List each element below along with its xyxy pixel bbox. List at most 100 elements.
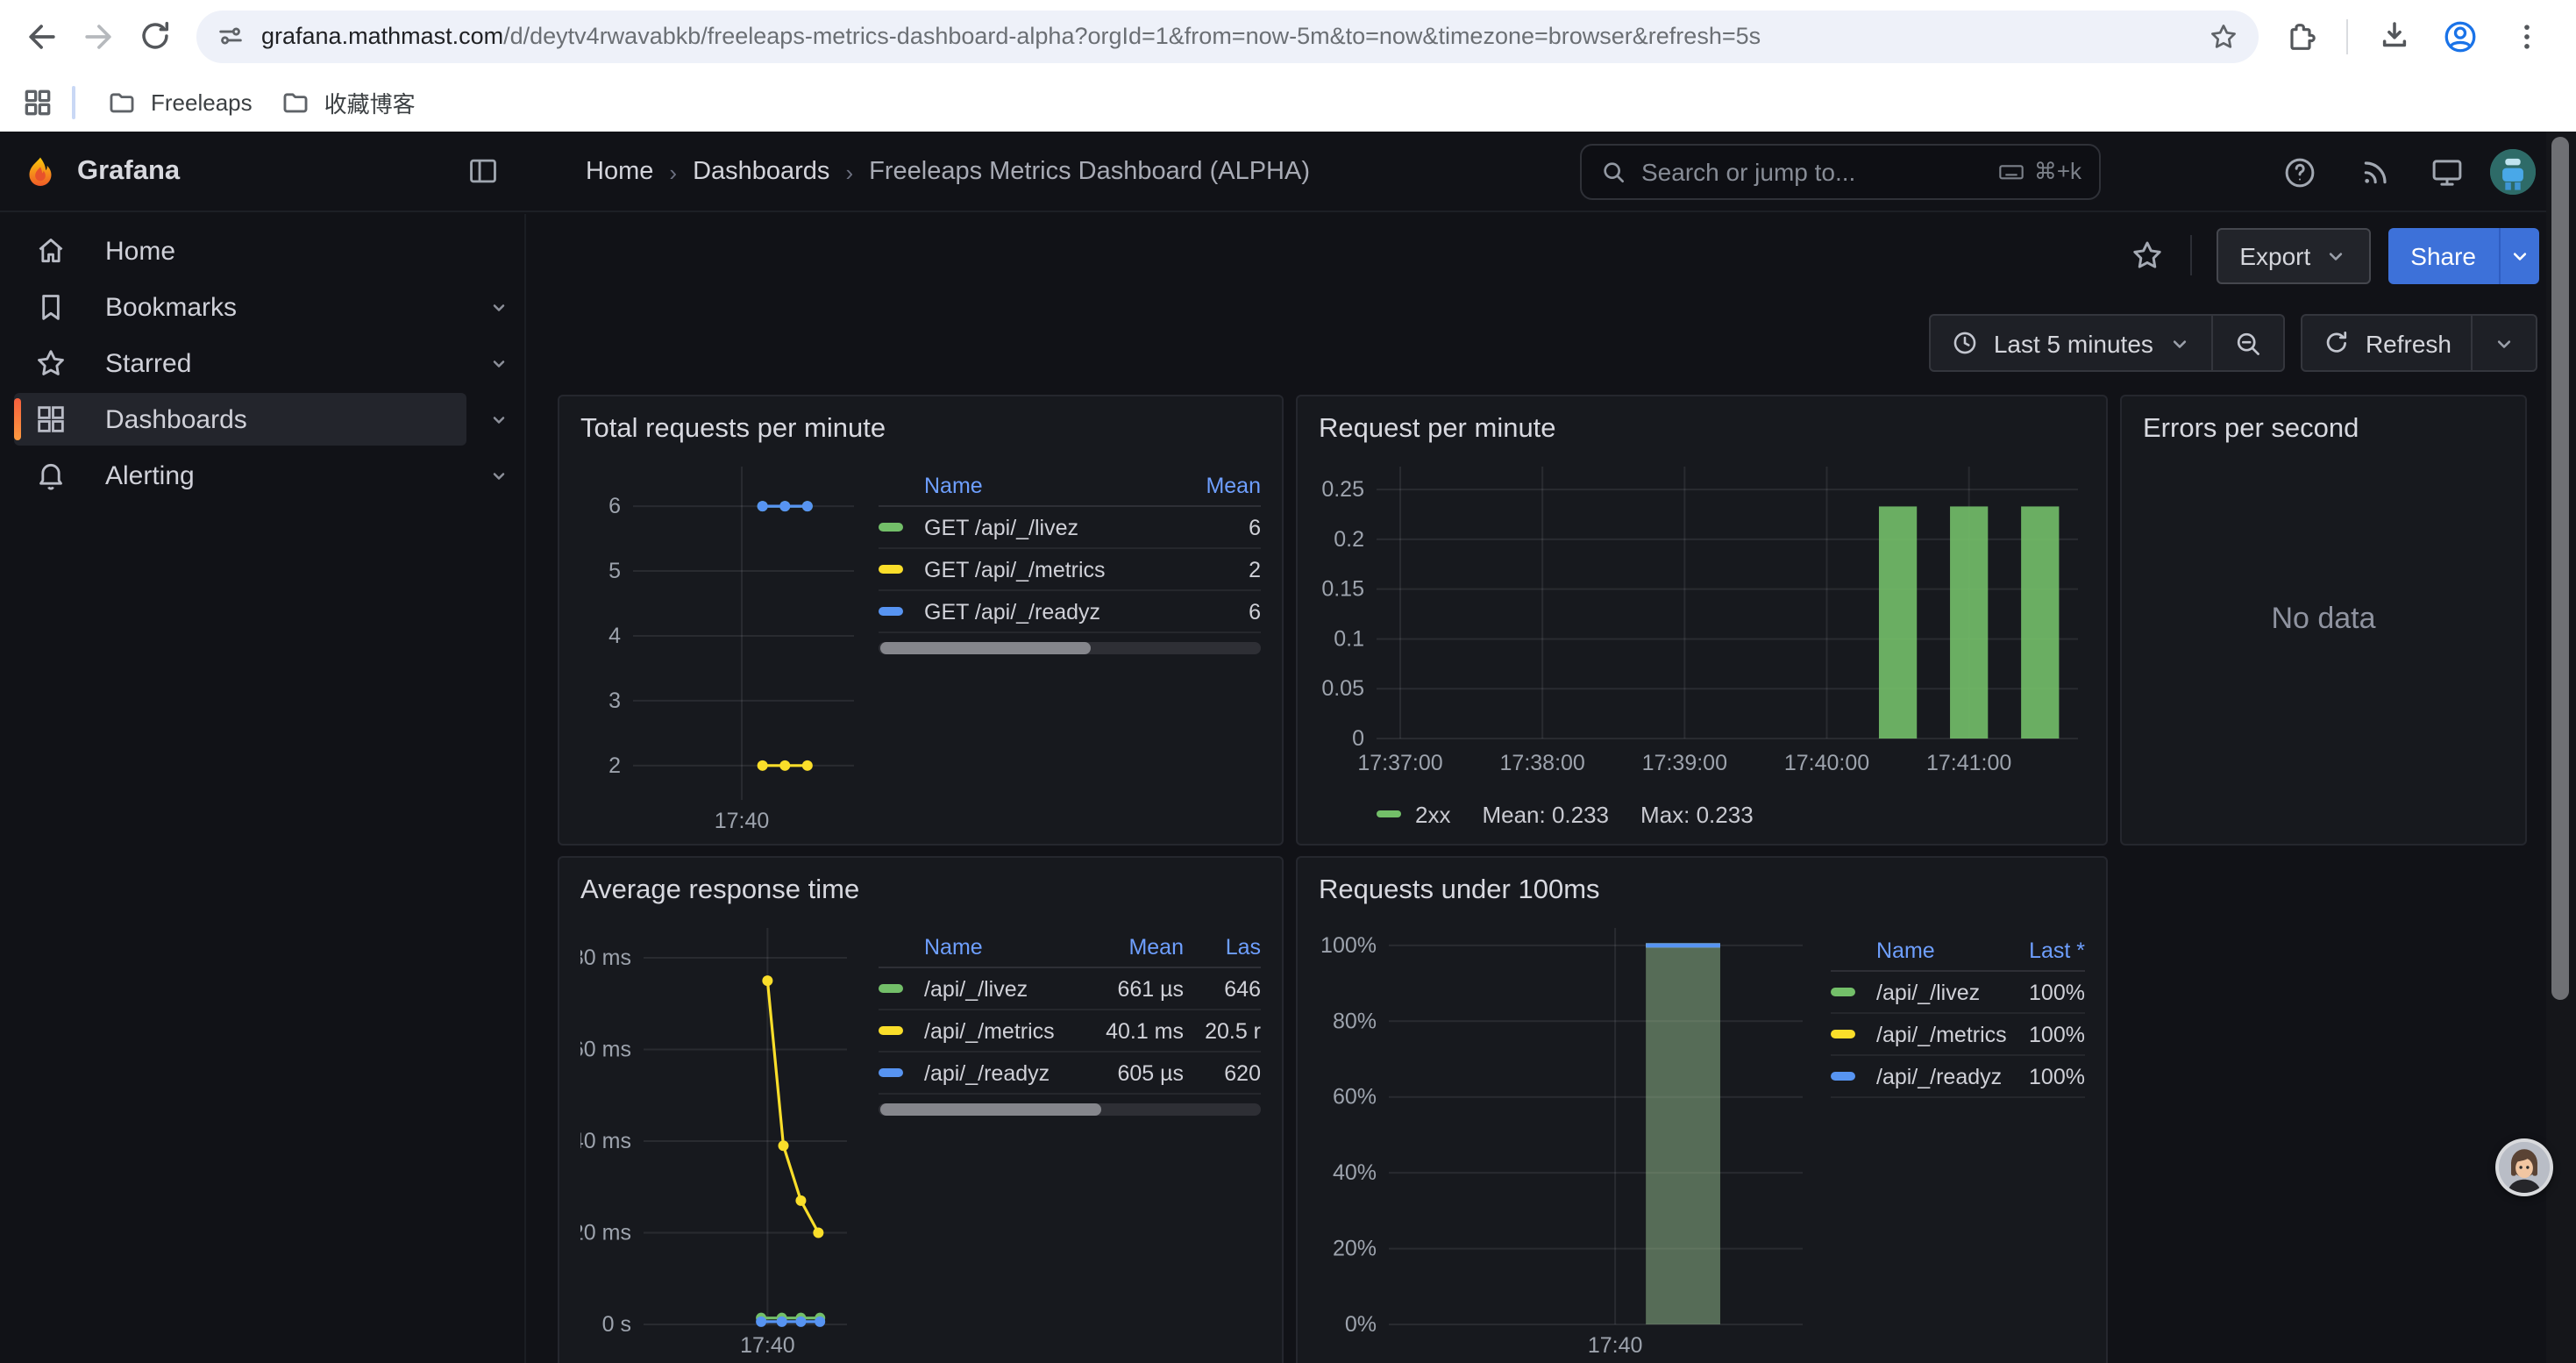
average-response-time-chart[interactable]: 80 ms60 ms40 ms20 ms0 s17:40: [580, 914, 865, 1363]
legend-table: NameMean GET /api/_/livez6GET /api/_/metr…: [879, 465, 1261, 842]
assistant-avatar-image: [2499, 1142, 2550, 1193]
scrollbar-thumb[interactable]: [2551, 137, 2569, 1000]
monitor-icon[interactable]: [2427, 153, 2466, 191]
series-name: GET /api/_/livez: [924, 515, 1166, 539]
profile-icon[interactable]: [2432, 8, 2488, 64]
extensions-icon[interactable]: [2273, 8, 2329, 64]
share-button[interactable]: Share: [2387, 227, 2539, 283]
search-input[interactable]: Search or jump to... ⌘+k: [1580, 144, 2101, 200]
folder-icon: [107, 87, 137, 117]
scrollbar-thumb[interactable]: [880, 1103, 1102, 1116]
avatar-image: [2490, 149, 2536, 195]
sidebar-item-label: Alerting: [105, 460, 195, 490]
panel-title[interactable]: Average response time: [580, 872, 1261, 910]
chevron-down-icon[interactable]: [486, 406, 512, 432]
zoom-out-button[interactable]: [2211, 316, 2283, 370]
svg-text:20%: 20%: [1333, 1237, 1377, 1261]
legend-row[interactable]: GET /api/_/readyz6: [879, 591, 1261, 633]
reload-icon[interactable]: [126, 8, 182, 64]
downloads-icon[interactable]: [2366, 8, 2422, 64]
legend-column-mean[interactable]: Mean: [1166, 473, 1261, 497]
panel-title[interactable]: Request per minute: [1319, 410, 2085, 449]
breadcrumb-home[interactable]: Home: [586, 158, 653, 186]
grafana-brand[interactable]: Grafana: [23, 132, 180, 212]
series-name[interactable]: 2xx: [1415, 801, 1450, 827]
time-range-picker[interactable]: Last 5 minutes: [1931, 316, 2211, 370]
panel-title[interactable]: Errors per second: [2143, 410, 2504, 449]
svg-text:17:40: 17:40: [715, 809, 770, 833]
star-icon: [33, 346, 68, 381]
legend-horizontal-scrollbar[interactable]: [879, 642, 1261, 654]
legend-column-las[interactable]: Las: [1184, 934, 1261, 959]
chevron-down-icon[interactable]: [486, 350, 512, 376]
svg-text:0%: 0%: [1345, 1312, 1377, 1337]
legend-row[interactable]: /api/_/readyz100%: [1831, 1056, 2085, 1098]
svg-text:80%: 80%: [1333, 1009, 1377, 1033]
menu-kebab-icon[interactable]: [2499, 8, 2555, 64]
sidebar-item-dashboards[interactable]: Dashboards: [14, 393, 466, 446]
help-icon[interactable]: [2280, 153, 2318, 191]
requests-under-100ms-chart[interactable]: 100%80%60%40%20%0%17:40: [1319, 914, 1810, 1363]
legend-row[interactable]: /api/_/readyz605 µs620: [879, 1053, 1261, 1095]
legend-column-mean[interactable]: Mean: [1071, 934, 1184, 959]
legend-column-name[interactable]: Name: [924, 934, 1071, 959]
bookmark-folder-freeleaps[interactable]: Freeleaps: [93, 80, 267, 124]
apps-grid-icon[interactable]: [21, 85, 54, 118]
series-stat: Mean: 0.233: [1482, 801, 1609, 827]
sidebar-item-home[interactable]: Home: [14, 225, 466, 277]
url-bar[interactable]: grafana.mathmast.com/d/deytv4rwavabkb/fr…: [196, 10, 2259, 62]
legend-row[interactable]: GET /api/_/livez6: [879, 507, 1261, 549]
series-color-pill: [879, 524, 903, 532]
back-icon[interactable]: [14, 8, 70, 64]
bookmarks-bar: Freeleaps 收藏博客: [0, 72, 2576, 132]
bookmark-folder-blogs[interactable]: 收藏博客: [267, 78, 430, 125]
sidebar-item-bookmarks[interactable]: Bookmarks: [14, 281, 466, 333]
scrollbar-thumb[interactable]: [880, 642, 1091, 654]
bookmark-star-icon[interactable]: [2208, 20, 2239, 52]
legend-horizontal-scrollbar[interactable]: [879, 1103, 1261, 1116]
export-button[interactable]: Export: [2217, 227, 2370, 283]
svg-text:17:38:00: 17:38:00: [1500, 751, 1585, 775]
grid-icon: [33, 402, 68, 437]
user-avatar[interactable]: [2490, 149, 2536, 195]
panel-title[interactable]: Total requests per minute: [580, 410, 1261, 449]
panel-title[interactable]: Requests under 100ms: [1319, 872, 2085, 910]
chevron-down-icon[interactable]: [486, 294, 512, 320]
chevron-down-icon: [2167, 331, 2192, 355]
legend-row[interactable]: /api/_/livez100%: [1831, 972, 2085, 1014]
legend-row[interactable]: GET /api/_/metrics2: [879, 549, 1261, 591]
legend-row[interactable]: /api/_/metrics100%: [1831, 1014, 2085, 1056]
favorite-star-icon[interactable]: [2129, 237, 2166, 274]
svg-text:80 ms: 80 ms: [580, 946, 631, 970]
total-requests-chart[interactable]: 6543217:40: [580, 453, 865, 842]
sidebar-item-starred[interactable]: Starred: [14, 337, 466, 389]
refresh-button[interactable]: Refresh: [2302, 316, 2471, 370]
bookmark-label: 收藏博客: [324, 85, 416, 118]
news-rss-icon[interactable]: [2357, 153, 2395, 191]
breadcrumb-separator: ›: [845, 159, 853, 185]
sidebar-item-alerting[interactable]: Alerting: [14, 449, 466, 502]
svg-text:17:41:00: 17:41:00: [1926, 751, 2011, 775]
series-value: 100%: [2008, 980, 2085, 1004]
series-color-pill: [1831, 1031, 1855, 1038]
forward-icon[interactable]: [70, 8, 126, 64]
share-menu-chevron-icon[interactable]: [2499, 227, 2539, 283]
svg-text:20 ms: 20 ms: [580, 1220, 631, 1245]
refresh-interval-button[interactable]: [2471, 316, 2536, 370]
legend-row[interactable]: /api/_/livez661 µs646: [879, 968, 1261, 1010]
series-name: GET /api/_/readyz: [924, 599, 1166, 624]
site-settings-icon[interactable]: [216, 21, 246, 51]
grafana-logo-icon: [23, 153, 58, 190]
sidebar-toggle-icon[interactable]: [466, 154, 500, 196]
legend-line[interactable]: 2xxMean: 0.233Max: 0.233: [1319, 796, 2085, 831]
legend-column-name[interactable]: Name: [924, 473, 1166, 497]
legend-column-name[interactable]: Name: [1876, 938, 2008, 962]
grafana-app: Grafana Home › Dashboards › Freeleaps Me…: [0, 132, 2576, 1363]
panel-total-requests-per-minute: Total requests per minute 6543217:40 Nam…: [558, 395, 1284, 846]
request-per-minute-chart[interactable]: 0.250.20.150.10.05017:37:0017:38:0017:39…: [1319, 453, 2090, 789]
chevron-down-icon[interactable]: [486, 462, 512, 489]
legend-row[interactable]: /api/_/metrics40.1 ms20.5 r: [879, 1010, 1261, 1053]
legend-column-last-[interactable]: Last *: [2008, 938, 2085, 962]
breadcrumb-dashboards[interactable]: Dashboards: [693, 158, 829, 186]
floating-assistant-avatar[interactable]: [2495, 1138, 2553, 1196]
